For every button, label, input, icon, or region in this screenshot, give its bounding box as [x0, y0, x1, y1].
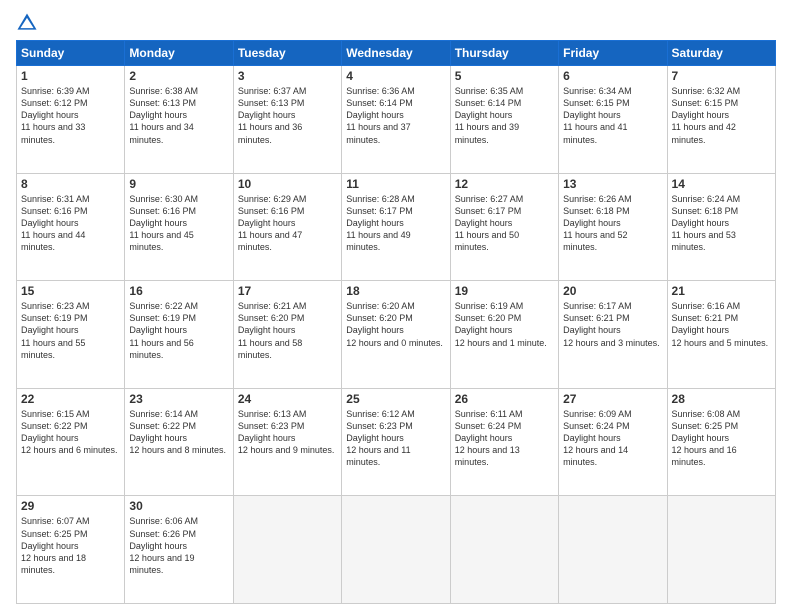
day-3: 3Sunrise: 6:37 AMSunset: 6:13 PMDaylight… [233, 66, 341, 174]
day-12: 12Sunrise: 6:27 AMSunset: 6:17 PMDayligh… [450, 173, 558, 281]
calendar-header-row: Sunday Monday Tuesday Wednesday Thursday… [17, 41, 776, 66]
day-19: 19Sunrise: 6:19 AMSunset: 6:20 PMDayligh… [450, 281, 558, 389]
day-5: 5Sunrise: 6:35 AMSunset: 6:14 PMDaylight… [450, 66, 558, 174]
day-14: 14Sunrise: 6:24 AMSunset: 6:18 PMDayligh… [667, 173, 775, 281]
day-21: 21Sunrise: 6:16 AMSunset: 6:21 PMDayligh… [667, 281, 775, 389]
day-4: 4Sunrise: 6:36 AMSunset: 6:14 PMDaylight… [342, 66, 450, 174]
day-23: 23Sunrise: 6:14 AMSunset: 6:22 PMDayligh… [125, 388, 233, 496]
col-friday: Friday [559, 41, 667, 66]
day-empty [450, 496, 558, 604]
col-sunday: Sunday [17, 41, 125, 66]
col-wednesday: Wednesday [342, 41, 450, 66]
page: Sunday Monday Tuesday Wednesday Thursday… [0, 0, 792, 612]
week-row-5: 29Sunrise: 6:07 AMSunset: 6:25 PMDayligh… [17, 496, 776, 604]
calendar-table: Sunday Monday Tuesday Wednesday Thursday… [16, 40, 776, 604]
day-1: 1Sunrise: 6:39 AMSunset: 6:12 PMDaylight… [17, 66, 125, 174]
day-30: 30Sunrise: 6:06 AMSunset: 6:26 PMDayligh… [125, 496, 233, 604]
col-thursday: Thursday [450, 41, 558, 66]
week-row-1: 1Sunrise: 6:39 AMSunset: 6:12 PMDaylight… [17, 66, 776, 174]
day-15: 15Sunrise: 6:23 AMSunset: 6:19 PMDayligh… [17, 281, 125, 389]
week-row-2: 8Sunrise: 6:31 AMSunset: 6:16 PMDaylight… [17, 173, 776, 281]
day-empty [667, 496, 775, 604]
day-26: 26Sunrise: 6:11 AMSunset: 6:24 PMDayligh… [450, 388, 558, 496]
day-6: 6Sunrise: 6:34 AMSunset: 6:15 PMDaylight… [559, 66, 667, 174]
day-9: 9Sunrise: 6:30 AMSunset: 6:16 PMDaylight… [125, 173, 233, 281]
day-7: 7Sunrise: 6:32 AMSunset: 6:15 PMDaylight… [667, 66, 775, 174]
day-24: 24Sunrise: 6:13 AMSunset: 6:23 PMDayligh… [233, 388, 341, 496]
week-row-4: 22Sunrise: 6:15 AMSunset: 6:22 PMDayligh… [17, 388, 776, 496]
day-empty [559, 496, 667, 604]
day-empty [342, 496, 450, 604]
day-2: 2Sunrise: 6:38 AMSunset: 6:13 PMDaylight… [125, 66, 233, 174]
day-17: 17Sunrise: 6:21 AMSunset: 6:20 PMDayligh… [233, 281, 341, 389]
day-27: 27Sunrise: 6:09 AMSunset: 6:24 PMDayligh… [559, 388, 667, 496]
col-saturday: Saturday [667, 41, 775, 66]
day-empty [233, 496, 341, 604]
week-row-3: 15Sunrise: 6:23 AMSunset: 6:19 PMDayligh… [17, 281, 776, 389]
day-8: 8Sunrise: 6:31 AMSunset: 6:16 PMDaylight… [17, 173, 125, 281]
day-13: 13Sunrise: 6:26 AMSunset: 6:18 PMDayligh… [559, 173, 667, 281]
day-22: 22Sunrise: 6:15 AMSunset: 6:22 PMDayligh… [17, 388, 125, 496]
day-18: 18Sunrise: 6:20 AMSunset: 6:20 PMDayligh… [342, 281, 450, 389]
day-29: 29Sunrise: 6:07 AMSunset: 6:25 PMDayligh… [17, 496, 125, 604]
day-16: 16Sunrise: 6:22 AMSunset: 6:19 PMDayligh… [125, 281, 233, 389]
col-monday: Monday [125, 41, 233, 66]
day-28: 28Sunrise: 6:08 AMSunset: 6:25 PMDayligh… [667, 388, 775, 496]
day-11: 11Sunrise: 6:28 AMSunset: 6:17 PMDayligh… [342, 173, 450, 281]
day-25: 25Sunrise: 6:12 AMSunset: 6:23 PMDayligh… [342, 388, 450, 496]
header [16, 12, 776, 34]
logo-icon [16, 12, 38, 34]
day-10: 10Sunrise: 6:29 AMSunset: 6:16 PMDayligh… [233, 173, 341, 281]
day-20: 20Sunrise: 6:17 AMSunset: 6:21 PMDayligh… [559, 281, 667, 389]
logo [16, 12, 40, 34]
col-tuesday: Tuesday [233, 41, 341, 66]
